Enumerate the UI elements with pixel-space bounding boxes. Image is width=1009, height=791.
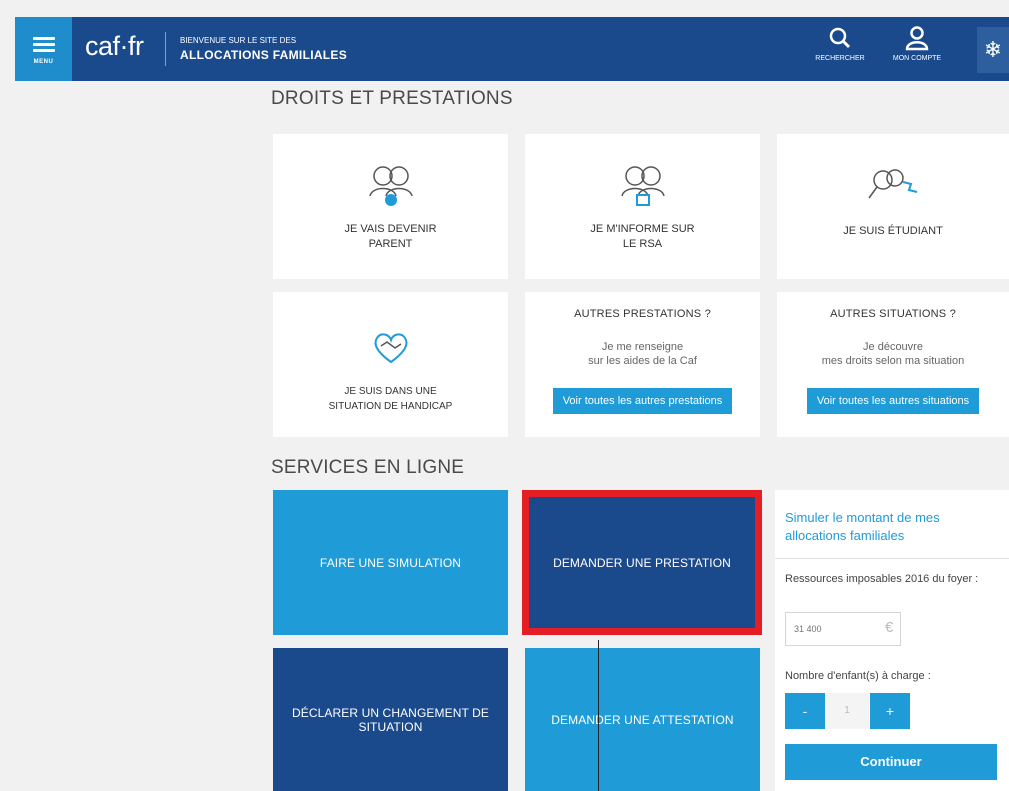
logo-divider bbox=[165, 32, 166, 66]
children-decrement-button[interactable]: - bbox=[785, 693, 825, 729]
request-certificate-tile[interactable]: DEMANDER UNE ATTESTATION bbox=[525, 648, 760, 791]
search-label: RECHERCHER bbox=[815, 55, 865, 62]
tile-student[interactable]: JE SUIS ÉTUDIANT bbox=[777, 134, 1009, 279]
rights-section-title: DROITS ET PRESTATIONS bbox=[271, 88, 513, 109]
euro-icon: € bbox=[885, 619, 894, 636]
declare-change-line2: SITUATION bbox=[358, 719, 423, 734]
tile-label: JE SUIS DANS UNE bbox=[344, 386, 437, 397]
simulation-tile[interactable]: FAIRE UNE SIMULATION bbox=[273, 490, 508, 635]
income-input[interactable] bbox=[785, 612, 901, 646]
other-situations-sub2: mes droits selon ma situation bbox=[821, 355, 965, 367]
menu-button[interactable]: MENU bbox=[15, 17, 72, 81]
welcome-text: BIENVENUE SUR LE SITE DES ALLOCATIONS FA… bbox=[180, 34, 347, 62]
simulator-title[interactable]: Simuler le montant de mes allocations fa… bbox=[785, 509, 985, 545]
tile-other-situations: AUTRES SITUATIONS ? Je découvre mes droi… bbox=[777, 292, 1009, 437]
parents-icon bbox=[368, 166, 413, 206]
see-all-benefits-button[interactable]: Voir toutes les autres prestations bbox=[552, 388, 733, 414]
tile-label: JE SUIS ÉTUDIANT bbox=[843, 225, 943, 237]
menu-label: MENU bbox=[33, 58, 54, 65]
user-icon bbox=[905, 26, 929, 51]
tile-label: JE VAIS DEVENIR bbox=[344, 223, 437, 235]
site-header: MENU caf·fr BIENVENUE SUR LE SITE DES AL… bbox=[15, 17, 1009, 81]
declare-change-tile[interactable]: DÉCLARER UN CHANGEMENT DE SITUATION bbox=[273, 648, 508, 791]
children-increment-button[interactable]: + bbox=[870, 693, 910, 729]
handshake-heart-icon bbox=[374, 333, 407, 364]
rsa-icon bbox=[620, 166, 665, 206]
other-situations-sub1: Je découvre bbox=[863, 341, 923, 353]
government-logo: ❄ bbox=[977, 27, 1009, 73]
income-label: Ressources imposables 2016 du foyer : bbox=[785, 573, 979, 585]
welcome-line2: ALLOCATIONS FAMILIALES bbox=[180, 48, 348, 62]
tile-label: SITUATION DE HANDICAP bbox=[328, 401, 453, 412]
simulator-divider bbox=[775, 558, 1009, 559]
tile-rsa[interactable]: JE M'INFORME SUR LE RSA bbox=[525, 134, 760, 279]
children-count[interactable]: 1 bbox=[825, 693, 869, 729]
simulator-panel: Simuler le montant de mes allocations fa… bbox=[775, 490, 1009, 791]
tile-label: PARENT bbox=[368, 238, 413, 250]
continue-button[interactable]: Continuer bbox=[785, 744, 997, 780]
caf-logo[interactable]: caf·fr bbox=[85, 31, 144, 62]
tile-label: JE M'INFORME SUR bbox=[590, 223, 695, 235]
tile-other-benefits: AUTRES PRESTATIONS ? Je me renseigne sur… bbox=[525, 292, 760, 437]
other-benefits-sub1: Je me renseigne bbox=[601, 341, 684, 353]
tile-label: LE RSA bbox=[622, 238, 663, 250]
declare-change-line1: DÉCLARER UN CHANGEMENT DE bbox=[292, 705, 489, 720]
account-button[interactable]: MON COMPTE bbox=[887, 25, 947, 62]
see-all-situations-button[interactable]: Voir toutes les autres situations bbox=[806, 388, 980, 414]
services-section-title: SERVICES EN LIGNE bbox=[271, 457, 465, 478]
tile-become-parent[interactable]: JE VAIS DEVENIR PARENT bbox=[273, 134, 508, 279]
text-cursor-line bbox=[598, 640, 599, 791]
children-label: Nombre d'enfant(s) à charge : bbox=[785, 670, 931, 682]
student-keys-icon bbox=[868, 169, 918, 199]
other-benefits-heading: AUTRES PRESTATIONS ? bbox=[574, 308, 711, 320]
hamburger-icon bbox=[32, 34, 55, 55]
other-benefits-sub2: sur les aides de la Caf bbox=[588, 355, 697, 367]
other-situations-heading: AUTRES SITUATIONS ? bbox=[830, 308, 956, 320]
welcome-line1: BIENVENUE SUR LE SITE DES bbox=[180, 36, 297, 45]
account-label: MON COMPTE bbox=[892, 55, 942, 62]
search-icon bbox=[829, 27, 851, 49]
search-button[interactable]: RECHERCHER bbox=[810, 25, 870, 62]
highlight-frame bbox=[522, 490, 762, 635]
tile-handicap[interactable]: JE SUIS DANS UNE SITUATION DE HANDICAP bbox=[273, 292, 508, 437]
